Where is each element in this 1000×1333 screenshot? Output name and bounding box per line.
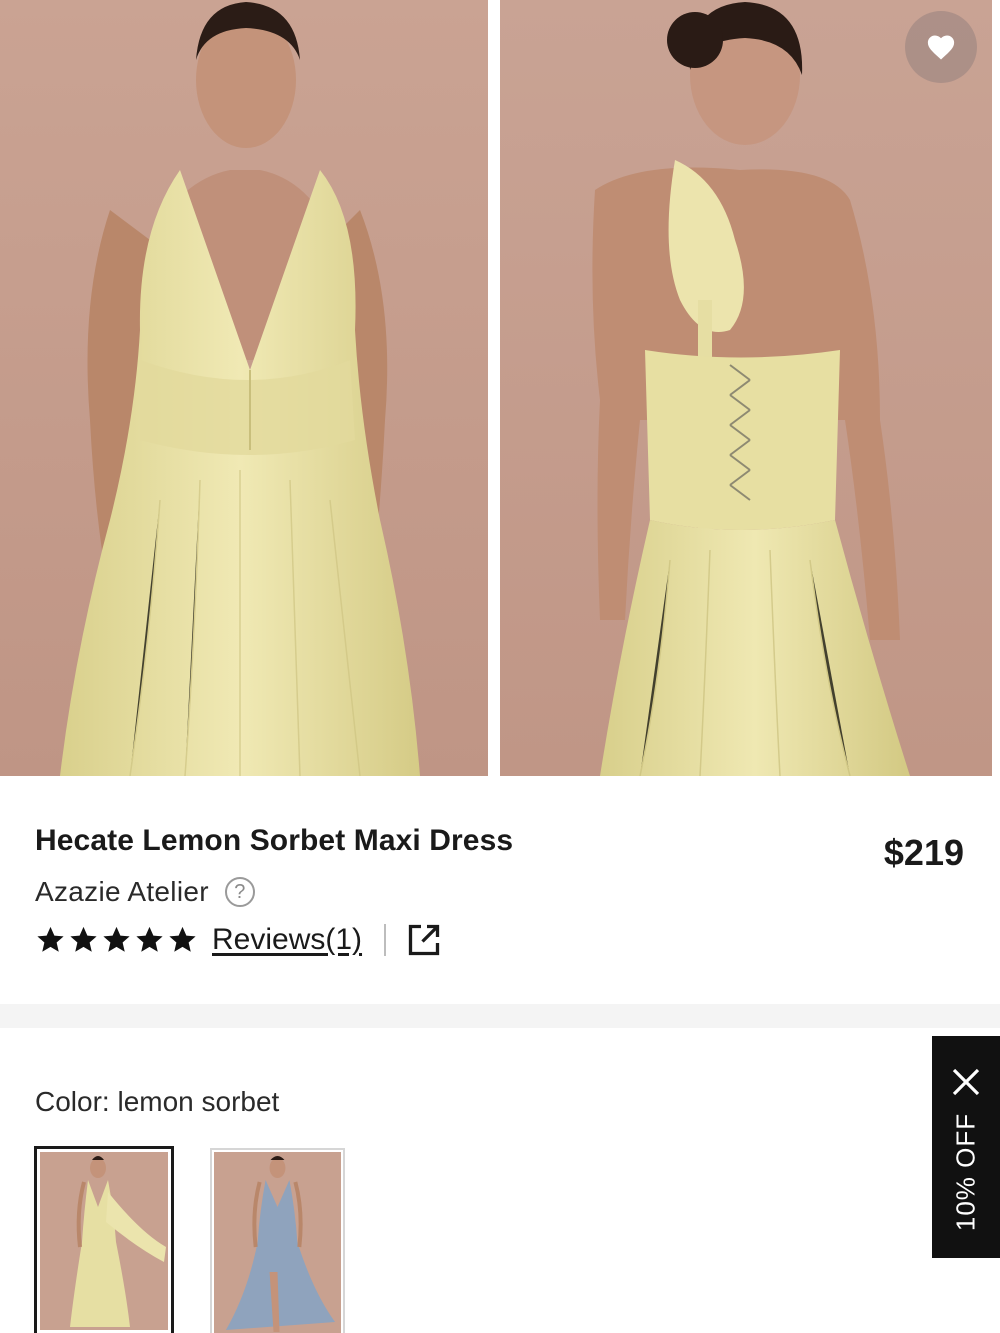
product-info: Hecate Lemon Sorbet Maxi Dress $219 Azaz… — [0, 776, 1000, 1004]
dress-front-photo[interactable] — [0, 0, 488, 776]
star-rating — [35, 925, 198, 955]
favorite-button[interactable] — [905, 11, 977, 83]
rating-row: Reviews(1) — [35, 922, 442, 958]
product-price: $219 — [883, 832, 964, 873]
heart-icon — [927, 35, 955, 60]
reviews-link[interactable]: Reviews(1) — [212, 923, 362, 957]
brand-row: Azazie Atelier ? — [35, 876, 255, 908]
question-mark-icon[interactable]: ? — [224, 877, 255, 907]
color-swatch-dusty-blue[interactable] — [210, 1148, 345, 1333]
section-divider — [0, 1004, 1000, 1028]
product-gallery — [0, 0, 1000, 776]
star-icon — [70, 926, 97, 952]
color-selector: Color: lemon sorbet — [0, 1028, 1000, 1333]
close-icon[interactable] — [950, 1066, 982, 1098]
external-link-icon[interactable] — [406, 922, 442, 958]
star-icon — [103, 926, 130, 952]
star-icon — [37, 926, 64, 952]
color-swatch-lemon-sorbet[interactable] — [34, 1146, 174, 1333]
discount-label: 10% OFF — [950, 1112, 981, 1232]
product-title: Hecate Lemon Sorbet Maxi Dress — [35, 824, 514, 857]
star-icon — [169, 926, 196, 952]
star-icon — [136, 926, 163, 952]
discount-tab[interactable]: 10% OFF — [932, 1036, 1000, 1258]
color-label: Color: lemon sorbet — [35, 1086, 280, 1117]
dress-back-photo[interactable] — [500, 0, 992, 776]
brand-name: Azazie Atelier — [35, 876, 209, 907]
divider — [384, 924, 387, 956]
